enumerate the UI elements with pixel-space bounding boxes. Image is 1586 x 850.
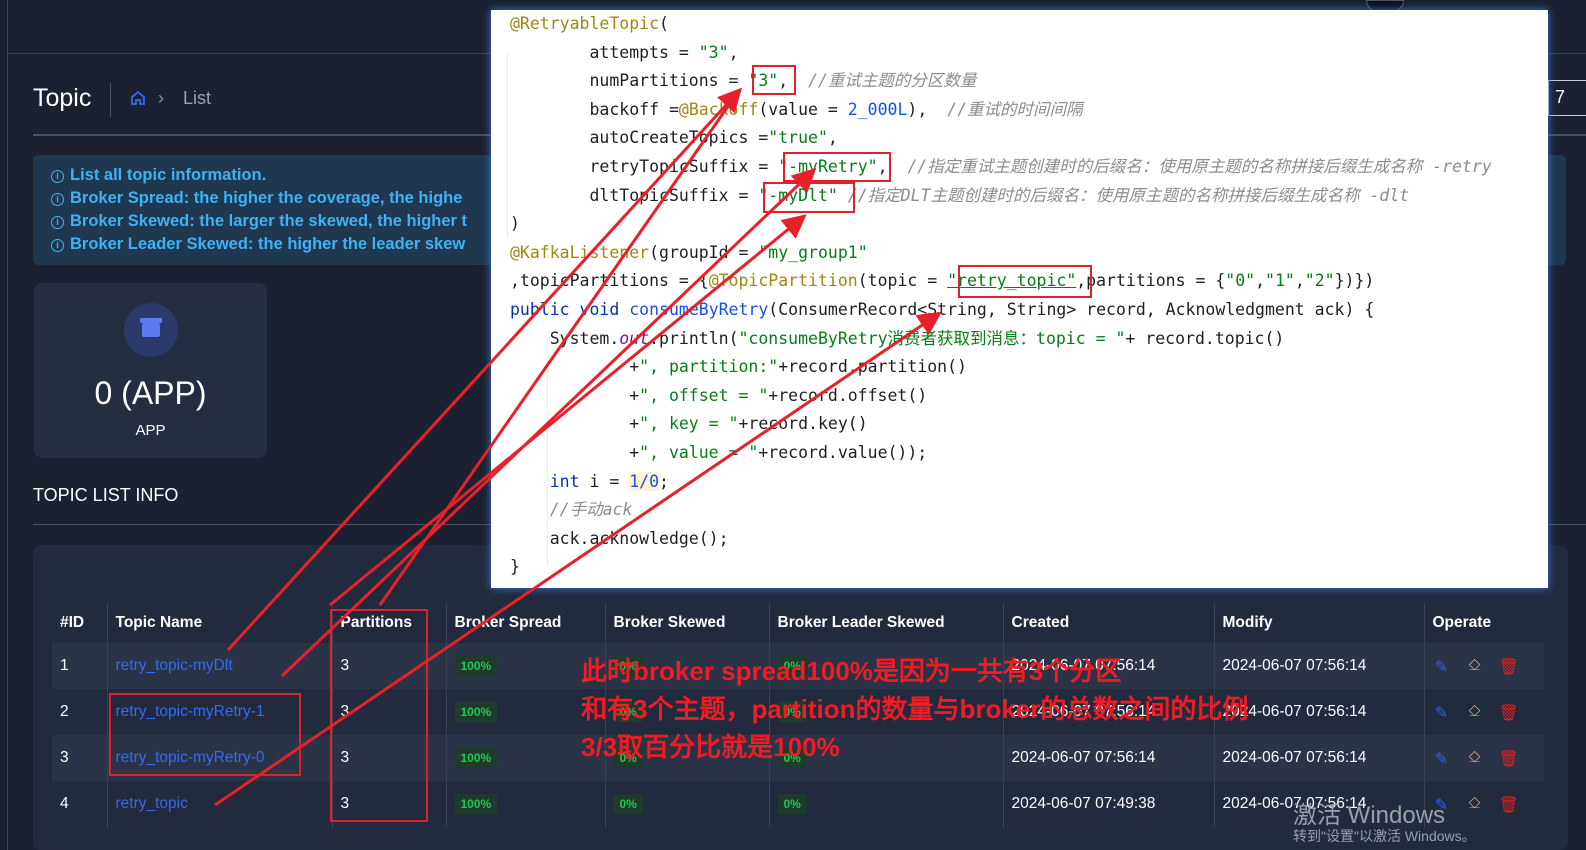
annotation-line: 此时broker spread100%是因为一共有3个分区: [581, 656, 1122, 686]
arrow-to-num-partitions: [378, 91, 740, 606]
windows-watermark-subtitle: 转到"设置"以激活 Windows。: [1293, 828, 1476, 844]
annotation-note: 此时broker spread100%是因为一共有3个分区 和有3个主题，par…: [581, 652, 1248, 766]
arrow-to-retry-suffix: [280, 167, 817, 678]
arrow-to-num-partitions: [226, 87, 743, 652]
annotation-line: 和有3个主题，partition的数量与broker的总数之间的比例: [581, 694, 1249, 724]
annotation-line: 3/3取百分比就是100%: [581, 732, 840, 762]
windows-watermark-title: 激活 Windows: [1293, 802, 1446, 829]
arrow-to-dlt-suffix: [329, 214, 807, 607]
